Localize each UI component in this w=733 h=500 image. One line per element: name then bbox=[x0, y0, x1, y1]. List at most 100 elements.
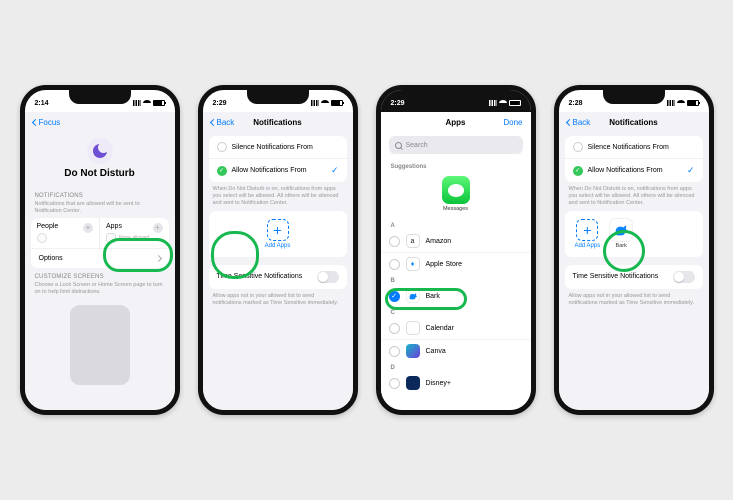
add-apps-label: Add Apps bbox=[265, 243, 291, 249]
app-placeholder bbox=[106, 233, 116, 243]
amazon-icon: a bbox=[406, 234, 420, 248]
phone-apps-picker: 2:29 Apps Done Search Suggestions Messag… bbox=[376, 85, 536, 415]
battery-icon bbox=[509, 100, 521, 106]
add-people-icon[interactable]: + bbox=[83, 223, 93, 233]
clock: 2:14 bbox=[35, 100, 49, 107]
plus-icon: + bbox=[267, 219, 289, 241]
time-sensitive-card: Time Sensitive Notifications bbox=[209, 265, 347, 289]
nav-bar: Back Notifications bbox=[559, 112, 709, 132]
select-circle-icon bbox=[389, 323, 400, 334]
screen: Back Notifications Silence Notifications… bbox=[203, 112, 353, 410]
section-b: B bbox=[381, 275, 531, 285]
suggestion-messages[interactable]: Messages bbox=[381, 172, 531, 220]
add-apps-icon[interactable]: + bbox=[153, 223, 163, 233]
screen: Back Notifications Silence Notifications… bbox=[559, 112, 709, 410]
people-cell[interactable]: People + bbox=[31, 218, 100, 248]
suggestions-label: Suggestions bbox=[381, 158, 531, 172]
status-icons bbox=[133, 100, 165, 106]
wifi-icon bbox=[677, 100, 685, 106]
radio-checked-icon: ✓ bbox=[573, 166, 583, 176]
time-sensitive-row[interactable]: Time Sensitive Notifications bbox=[209, 265, 347, 289]
screen: Apps Done Search Suggestions Messages A … bbox=[381, 112, 531, 410]
search-input[interactable]: Search bbox=[389, 136, 523, 154]
bark-app-icon bbox=[610, 219, 632, 241]
silence-row[interactable]: Silence Notifications From bbox=[209, 136, 347, 158]
nav-bar: Back Notifications bbox=[203, 112, 353, 132]
customize-desc: Choose a Lock Screen or Home Screen page… bbox=[25, 282, 175, 299]
allow-row[interactable]: ✓ Allow Notifications From ✓ bbox=[209, 158, 347, 182]
notifications-desc: Notifications that are allowed will be s… bbox=[25, 201, 175, 218]
back-button[interactable]: Focus bbox=[33, 118, 61, 127]
select-circle-icon bbox=[389, 259, 400, 270]
app-row-canva[interactable]: Canva bbox=[381, 339, 531, 362]
allow-row[interactable]: ✓ Allow Notifications From ✓ bbox=[565, 158, 703, 182]
app-row-bark[interactable]: ✓ Bark bbox=[381, 285, 531, 307]
back-button[interactable]: Back bbox=[567, 118, 591, 127]
wifi-icon bbox=[499, 100, 507, 106]
nav-bar: Apps Done bbox=[381, 112, 531, 132]
apps-cell[interactable]: Apps + None allowed bbox=[99, 218, 169, 248]
page-title: Do Not Disturb bbox=[25, 168, 175, 179]
app-row-amazon[interactable]: a Amazon bbox=[381, 230, 531, 252]
app-row-apple-store[interactable]: ♦ Apple Store bbox=[381, 252, 531, 275]
back-label: Back bbox=[217, 118, 235, 127]
nav-bar: Focus bbox=[25, 112, 175, 132]
time-sensitive-card: Time Sensitive Notifications bbox=[565, 265, 703, 289]
chevron-left-icon bbox=[209, 118, 216, 125]
app-row-calendar[interactable]: Calendar bbox=[381, 317, 531, 339]
notch bbox=[69, 90, 131, 104]
apple-store-icon: ♦ bbox=[406, 257, 420, 271]
phone-notifications-add: 2:29 Back Notifications Silence Notifica… bbox=[198, 85, 358, 415]
battery-icon bbox=[331, 100, 343, 106]
status-icons bbox=[667, 100, 699, 106]
silence-row[interactable]: Silence Notifications From bbox=[565, 136, 703, 158]
time-sensitive-desc: Allow apps not in your allowed list to s… bbox=[203, 289, 353, 311]
app-name: Apple Store bbox=[426, 261, 463, 268]
add-apps-tile[interactable]: + Add Apps bbox=[575, 219, 601, 249]
dog-icon bbox=[408, 291, 418, 301]
app-name: Bark bbox=[426, 293, 440, 300]
dnd-badge bbox=[87, 138, 113, 164]
app-row-disney[interactable]: Disney+ bbox=[381, 372, 531, 394]
status-icons bbox=[311, 100, 343, 106]
allow-desc: When Do Not Disturb is on, notifications… bbox=[559, 182, 709, 211]
toggle-off-icon[interactable] bbox=[673, 271, 695, 283]
app-name: Calendar bbox=[426, 325, 454, 332]
add-apps-tile[interactable]: + Add Apps bbox=[209, 211, 347, 257]
mode-card: Silence Notifications From ✓ Allow Notif… bbox=[209, 136, 347, 182]
time-sensitive-row[interactable]: Time Sensitive Notifications bbox=[565, 265, 703, 289]
moon-icon bbox=[93, 144, 107, 158]
back-label: Focus bbox=[39, 118, 61, 127]
battery-icon bbox=[687, 100, 699, 106]
back-button[interactable]: Back bbox=[211, 118, 235, 127]
silence-label: Silence Notifications From bbox=[232, 144, 313, 151]
mode-card: Silence Notifications From ✓ Allow Notif… bbox=[565, 136, 703, 182]
add-apps-label: Add Apps bbox=[575, 243, 601, 249]
radio-unchecked-icon bbox=[217, 142, 227, 152]
select-circle-icon bbox=[389, 346, 400, 357]
bark-label: Bark bbox=[616, 243, 627, 249]
phone-do-not-disturb: 2:14 Focus Do Not Disturb NOTIFICATIONS … bbox=[20, 85, 180, 415]
select-circle-icon bbox=[389, 378, 400, 389]
phone-notifications-bark: 2:28 Back Notifications Silence Notifica… bbox=[554, 85, 714, 415]
wifi-icon bbox=[321, 100, 329, 106]
options-label: Options bbox=[39, 255, 63, 262]
options-row[interactable]: Options bbox=[31, 248, 169, 268]
plus-icon: + bbox=[576, 219, 598, 241]
toggle-off-icon[interactable] bbox=[317, 271, 339, 283]
search-icon bbox=[395, 142, 402, 149]
battery-icon bbox=[153, 100, 165, 106]
section-d: D bbox=[381, 362, 531, 372]
status-icons bbox=[489, 100, 521, 106]
screen-preview[interactable] bbox=[70, 305, 130, 385]
bark-tile[interactable]: Bark bbox=[610, 219, 632, 249]
done-button[interactable]: Done bbox=[503, 118, 522, 127]
search-placeholder: Search bbox=[406, 142, 428, 149]
checkmark-icon: ✓ bbox=[687, 165, 695, 176]
avatar-placeholder bbox=[37, 233, 47, 243]
app-name: Amazon bbox=[426, 238, 452, 245]
disney-icon bbox=[406, 376, 420, 390]
clock: 2:29 bbox=[391, 100, 405, 107]
bark-app-icon bbox=[406, 289, 420, 303]
select-circle-checked-icon: ✓ bbox=[389, 291, 400, 302]
